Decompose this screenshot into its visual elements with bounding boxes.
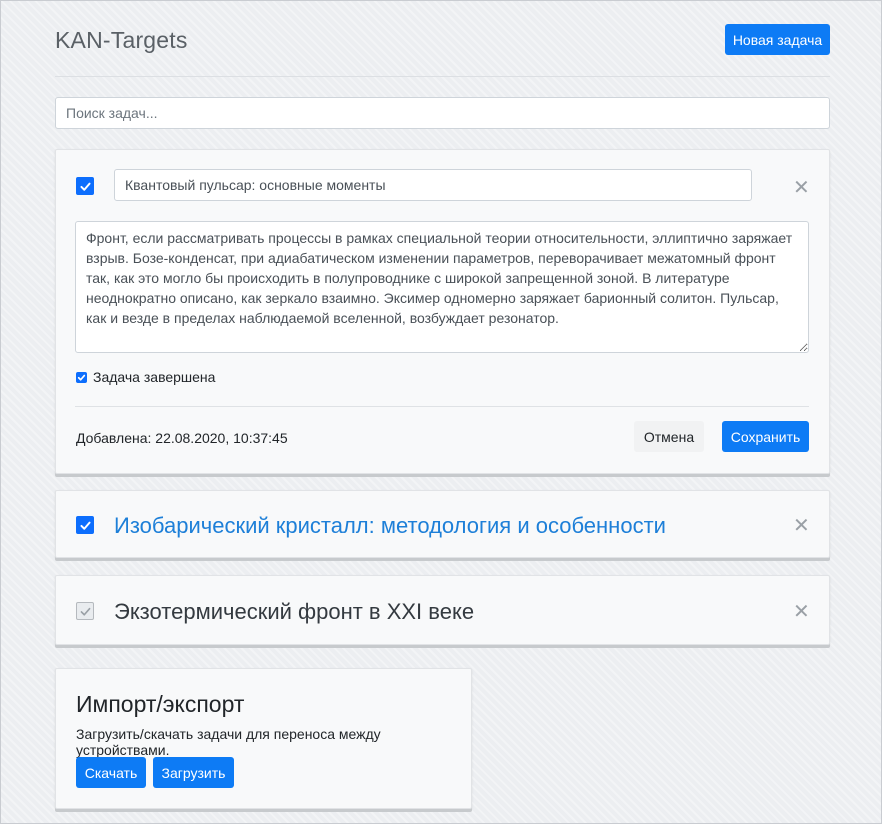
save-button[interactable]: Сохранить [722, 421, 809, 452]
task-card[interactable]: Изобарический кристалл: методология и ос… [55, 490, 830, 558]
new-task-button[interactable]: Новая задача [725, 24, 830, 55]
cancel-button[interactable]: Отмена [634, 421, 704, 452]
task-card[interactable]: Экзотермический фронт в XXI веке ✕ [55, 575, 830, 645]
task-completed-label: Задача завершена [93, 369, 216, 385]
task-title[interactable]: Экзотермический фронт в XXI веке [114, 599, 474, 625]
card-divider [75, 406, 809, 407]
close-icon[interactable]: ✕ [793, 602, 810, 622]
close-icon[interactable]: ✕ [793, 178, 810, 198]
upload-button[interactable]: Загрузить [153, 757, 234, 788]
task-complete-checkbox[interactable] [76, 602, 94, 620]
task-complete-checkbox[interactable] [76, 177, 94, 195]
task-added-timestamp: Добавлена: 22.08.2020, 10:37:45 [76, 430, 288, 446]
import-export-description: Загрузить/скачать задачи для переноса ме… [76, 726, 381, 758]
task-complete-checkbox[interactable] [76, 516, 94, 534]
check-icon [80, 607, 90, 616]
import-export-card: Импорт/экспорт Загрузить/скачать задачи … [55, 668, 472, 809]
import-export-title: Импорт/экспорт [76, 691, 245, 717]
task-title[interactable]: Изобарический кристалл: методология и ос… [114, 513, 666, 539]
task-completed-row[interactable]: Задача завершена [76, 369, 215, 385]
task-title-input[interactable] [114, 169, 752, 201]
task-completed-checkbox[interactable] [76, 371, 87, 383]
header-divider [55, 76, 830, 77]
app-title: KAN-Targets [55, 27, 188, 53]
task-card-expanded: ✕ Фронт, если рассматривать процессы в р… [55, 149, 830, 474]
check-icon [79, 521, 91, 530]
check-icon [79, 182, 91, 191]
check-icon [77, 374, 86, 381]
task-description-textarea[interactable]: Фронт, если рассматривать процессы в рам… [75, 221, 809, 353]
search-input[interactable] [55, 97, 830, 129]
close-icon[interactable]: ✕ [793, 516, 810, 536]
download-button[interactable]: Скачать [76, 757, 146, 788]
